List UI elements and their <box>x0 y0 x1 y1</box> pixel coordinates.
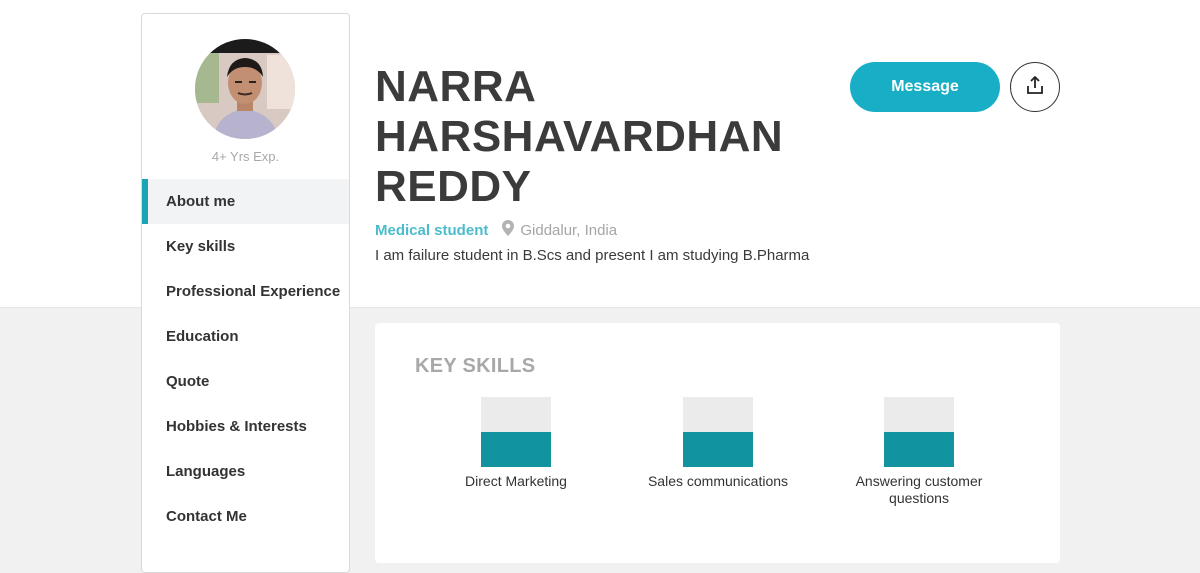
profile-name: NARRA HARSHAVARDHAN REDDY <box>375 62 815 212</box>
sidebar-item-quote[interactable]: Quote <box>142 359 349 404</box>
location-pin-icon <box>502 220 515 240</box>
profile-name-line: REDDY <box>375 162 532 211</box>
sidebar-item-languages[interactable]: Languages <box>142 449 349 494</box>
skill-level-bar <box>884 397 954 467</box>
profile-name-line: NARRA <box>375 62 537 111</box>
share-icon <box>1025 75 1045 100</box>
profile-bio: I am failure student in B.Scs and presen… <box>375 247 810 264</box>
sidebar-item-professional-experience[interactable]: Professional Experience <box>142 269 349 314</box>
profile-location: Giddalur, India <box>520 221 618 239</box>
skill-level-bar <box>481 397 551 467</box>
sidebar-item-about-me[interactable]: About me <box>142 179 349 224</box>
sidebar-item-education[interactable]: Education <box>142 314 349 359</box>
sidebar-nav: About me Key skills Professional Experie… <box>142 179 349 539</box>
avatar <box>195 39 295 139</box>
skill-label: Direct Marketing <box>465 473 567 489</box>
experience-label: 4+ Yrs Exp. <box>211 149 280 164</box>
skill-level-bar <box>683 397 753 467</box>
profile-role: Medical student <box>375 221 489 239</box>
key-skills-card: KEY SKILLS Direct Marketing Sales commun… <box>375 323 1060 563</box>
sidebar-item-contact-me[interactable]: Contact Me <box>142 494 349 539</box>
sidebar-item-hobbies-interests[interactable]: Hobbies & Interests <box>142 404 349 449</box>
skill-item: Direct Marketing <box>431 397 601 490</box>
skill-label: Sales communications <box>647 473 789 489</box>
skill-level-fill <box>884 432 954 467</box>
skill-item: Answering customer questions <box>834 397 1004 507</box>
skill-level-fill <box>683 432 753 467</box>
key-skills-title: KEY SKILLS <box>415 355 536 377</box>
skill-level-fill <box>481 432 551 467</box>
share-button[interactable] <box>1010 62 1060 112</box>
skill-label: Answering customer questions <box>855 473 983 506</box>
sidebar: 4+ Yrs Exp. About me Key skills Professi… <box>141 13 350 573</box>
message-button[interactable]: Message <box>850 62 1000 112</box>
sidebar-item-key-skills[interactable]: Key skills <box>142 224 349 269</box>
skill-item: Sales communications <box>633 397 803 490</box>
role-location-line: Medical student Giddalur, India <box>375 220 617 240</box>
profile-name-line: HARSHAVARDHAN <box>375 112 784 161</box>
